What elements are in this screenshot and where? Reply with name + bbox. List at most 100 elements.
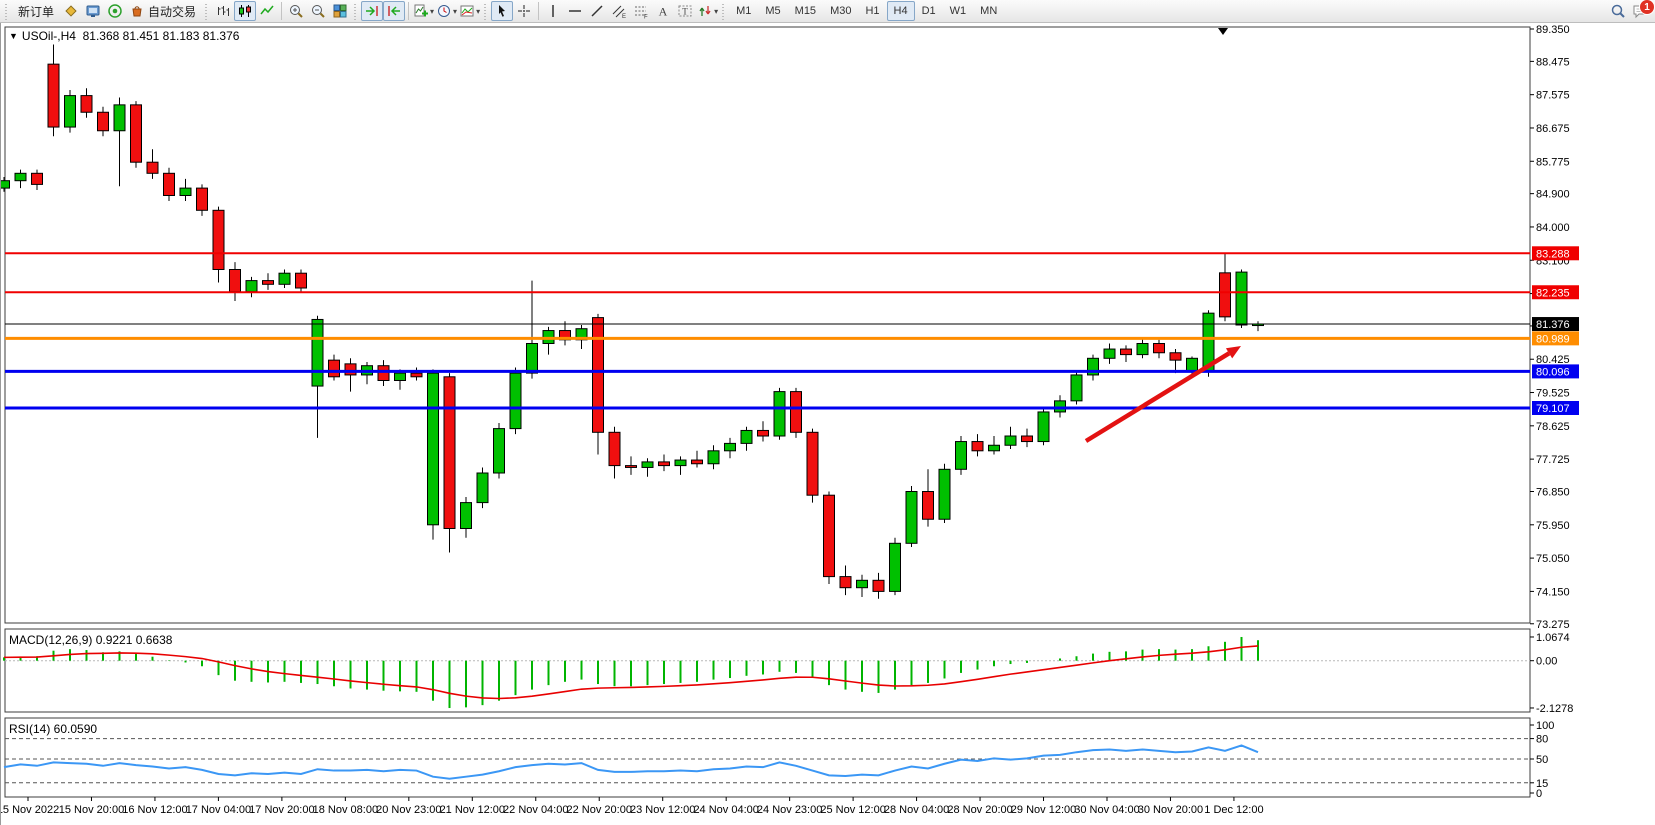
timeframe-m5-button[interactable]: M5: [758, 1, 787, 21]
dropdown-arrow-icon[interactable]: ▾: [453, 7, 457, 16]
zoomout-icon: [310, 3, 326, 19]
svg-text:77.725: 77.725: [1536, 454, 1570, 466]
timeframe-d1-button[interactable]: D1: [915, 1, 943, 21]
timeframe-mn-button[interactable]: MN: [973, 1, 1004, 21]
candle-body: [98, 112, 109, 131]
toolbar-grip[interactable]: [4, 2, 9, 20]
search-button[interactable]: [1607, 1, 1629, 21]
svg-text:76.850: 76.850: [1536, 487, 1570, 499]
text-label-button[interactable]: T: [674, 1, 696, 21]
trendline-button[interactable]: [586, 1, 608, 21]
svg-text:15 Nov 20:00: 15 Nov 20:00: [59, 804, 124, 816]
timeframe-w1-button[interactable]: W1: [943, 1, 974, 21]
svg-text:80.096: 80.096: [1536, 366, 1570, 378]
chartshift-icon: [386, 3, 402, 19]
indicator-windows-button[interactable]: ▾: [458, 1, 481, 21]
timeframe-h1-button[interactable]: H1: [858, 1, 886, 21]
svg-text:24 Nov 04:00: 24 Nov 04:00: [693, 804, 758, 816]
vertical-line-button[interactable]: [542, 1, 564, 21]
auto-trading-button[interactable]: 自动交易: [126, 1, 202, 21]
mt4-window: 新订单 自动交易 ▾ ▾ ▾ EFAT ▾ M1M5M15M30H1H4D1W1MN 1 89.…: [0, 0, 1655, 825]
svg-text:89.350: 89.350: [1536, 24, 1570, 36]
macd-pane[interactable]: [5, 629, 1530, 712]
svg-text:28 Nov 20:00: 28 Nov 20:00: [947, 804, 1012, 816]
candle-body: [312, 319, 323, 386]
chart-shift-button[interactable]: [383, 1, 405, 21]
fibo-icon: F: [633, 3, 649, 19]
svg-text:29 Nov 12:00: 29 Nov 12:00: [1011, 804, 1076, 816]
svg-text:24 Nov 23:00: 24 Nov 23:00: [757, 804, 822, 816]
timeframe-m15-button[interactable]: M15: [788, 1, 823, 21]
new-order-button[interactable]: 新订单: [12, 1, 60, 21]
time-axis[interactable]: 15 Nov 202215 Nov 20:0016 Nov 12:0017 No…: [1, 797, 1264, 816]
dropdown-arrow-icon[interactable]: ▾: [476, 7, 480, 16]
candle-body: [131, 105, 142, 162]
alerts-button[interactable]: [60, 1, 82, 21]
periods-button[interactable]: ▾: [435, 1, 458, 21]
bar-chart-button[interactable]: [212, 1, 234, 21]
notifications-button[interactable]: 1: [1629, 1, 1651, 21]
notification-badge: 1: [1639, 0, 1655, 15]
auto-scroll-button[interactable]: [361, 1, 383, 21]
cursor-button[interactable]: [491, 1, 513, 21]
toolbar-right-group: 1: [1607, 1, 1651, 21]
candle-body: [1055, 401, 1066, 412]
text-button[interactable]: A: [652, 1, 674, 21]
dropdown-arrow-icon[interactable]: ▾: [714, 7, 718, 16]
candle-body: [741, 430, 752, 443]
candle-body: [1, 181, 10, 188]
svg-text:74.150: 74.150: [1536, 586, 1570, 598]
svg-text:18 Nov 08:00: 18 Nov 08:00: [313, 804, 378, 816]
clock-icon: [436, 3, 452, 19]
candle-body: [444, 377, 455, 529]
rsi-pane[interactable]: [5, 718, 1530, 797]
chart-title: ▼USOil-,H4 81.368 81.451 81.183 81.376: [9, 29, 239, 43]
svg-text:83.288: 83.288: [1536, 248, 1570, 260]
horizontal-line-button[interactable]: [564, 1, 586, 21]
candle-body: [428, 373, 439, 525]
toolbar-grip[interactable]: [483, 2, 488, 20]
svg-text:79.107: 79.107: [1536, 403, 1570, 415]
fibonacci-button[interactable]: F: [630, 1, 652, 21]
candle-body: [32, 173, 43, 184]
chart-title-dropdown-icon[interactable]: ▼: [9, 31, 18, 41]
candle-body: [1071, 375, 1082, 401]
svg-text:-2.1278: -2.1278: [1536, 703, 1573, 715]
chart-window[interactable]: 89.35088.47587.57586.67585.77584.90084.0…: [0, 23, 1655, 825]
candle-body: [378, 366, 389, 381]
candle-body: [708, 451, 719, 464]
zoom-out-button[interactable]: [307, 1, 329, 21]
toolbar-grip[interactable]: [721, 2, 726, 20]
arrows-button[interactable]: ▾: [696, 1, 719, 21]
svg-text:88.475: 88.475: [1536, 56, 1570, 68]
toolbar-grip[interactable]: [204, 2, 209, 20]
svg-text:75.950: 75.950: [1536, 520, 1570, 532]
new-chart-button[interactable]: ▾: [412, 1, 435, 21]
crosshair-button[interactable]: [513, 1, 535, 21]
svg-text:22 Nov 20:00: 22 Nov 20:00: [567, 804, 632, 816]
svg-text:30 Nov 04:00: 30 Nov 04:00: [1074, 804, 1139, 816]
svg-text:17 Nov 04:00: 17 Nov 04:00: [186, 804, 251, 816]
signal-icon: [107, 3, 123, 19]
svg-text:1.0674: 1.0674: [1536, 632, 1570, 644]
dropdown-arrow-icon[interactable]: ▾: [430, 7, 434, 16]
svg-text:15 Nov 2022: 15 Nov 2022: [1, 804, 59, 816]
terminal-button[interactable]: [82, 1, 104, 21]
candle-body: [675, 460, 686, 466]
timeframe-m30-button[interactable]: M30: [823, 1, 858, 21]
toolbar-grip[interactable]: [353, 2, 358, 20]
line-chart-button[interactable]: [256, 1, 278, 21]
signals-button[interactable]: [104, 1, 126, 21]
candle-body: [989, 445, 1000, 451]
tile-windows-button[interactable]: [329, 1, 351, 21]
timeframe-m1-button[interactable]: M1: [729, 1, 758, 21]
chart-canvas[interactable]: 89.35088.47587.57586.67585.77584.90084.0…: [1, 23, 1655, 825]
candle-body: [1154, 344, 1165, 353]
zoom-in-button[interactable]: [285, 1, 307, 21]
timeframe-h4-button[interactable]: H4: [887, 1, 915, 21]
candlestick-chart-button[interactable]: [234, 1, 256, 21]
main-pane[interactable]: [5, 27, 1530, 623]
candle-body: [923, 492, 934, 520]
svg-text:20 Nov 23:00: 20 Nov 23:00: [376, 804, 441, 816]
equidistant-channel-button[interactable]: E: [608, 1, 630, 21]
